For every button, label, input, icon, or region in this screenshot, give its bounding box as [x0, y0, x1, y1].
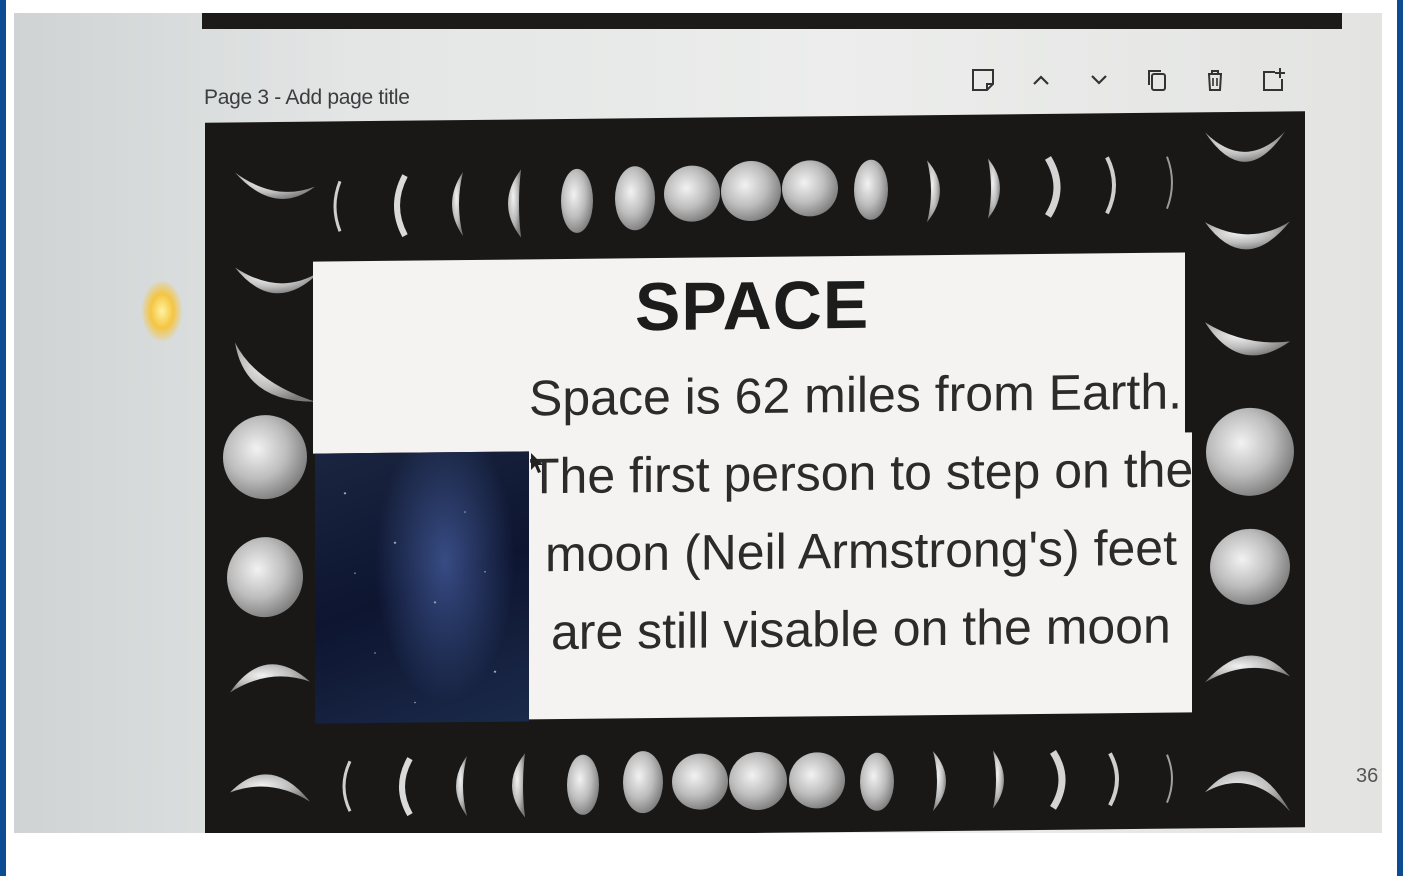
top-moon-row — [235, 131, 1285, 238]
trash-icon[interactable] — [1200, 65, 1230, 95]
slide-title[interactable]: SPACE — [635, 266, 869, 346]
left-frame-bar — [0, 0, 6, 876]
body-line-2[interactable]: The first person to step on the — [529, 440, 1193, 505]
page-title-label[interactable]: Page 3 - Add page title — [204, 86, 410, 110]
chevron-up-icon[interactable] — [1026, 65, 1056, 95]
duplicate-icon[interactable] — [1142, 65, 1172, 95]
chevron-down-icon[interactable] — [1084, 65, 1114, 95]
left-moon-column — [223, 267, 320, 802]
page-count-indicator: 36 — [1356, 765, 1379, 787]
body-line-4[interactable]: are still visable on the moon — [551, 597, 1171, 661]
add-note-icon[interactable] — [968, 65, 998, 95]
right-frame-bar — [1397, 0, 1403, 876]
body-line-3[interactable]: moon (Neil Armstrong's) feet — [545, 519, 1177, 584]
text-cursor-icon — [531, 453, 543, 473]
starfield-image[interactable] — [315, 451, 529, 724]
screen-glare — [142, 281, 182, 341]
page-toolbar — [964, 63, 1294, 103]
add-page-icon[interactable] — [1258, 65, 1288, 95]
slide-page[interactable]: SPACE Space is 62 miles from Earth. The … — [205, 111, 1305, 833]
previous-page-edge — [202, 13, 1342, 29]
editor-canvas[interactable]: Page 3 - Add page title SPACE Space is 6… — [14, 13, 1382, 833]
right-moon-column — [1205, 221, 1294, 683]
bottom-moon-row — [342, 749, 1290, 818]
body-line-1[interactable]: Space is 62 miles from Earth. — [529, 363, 1182, 428]
